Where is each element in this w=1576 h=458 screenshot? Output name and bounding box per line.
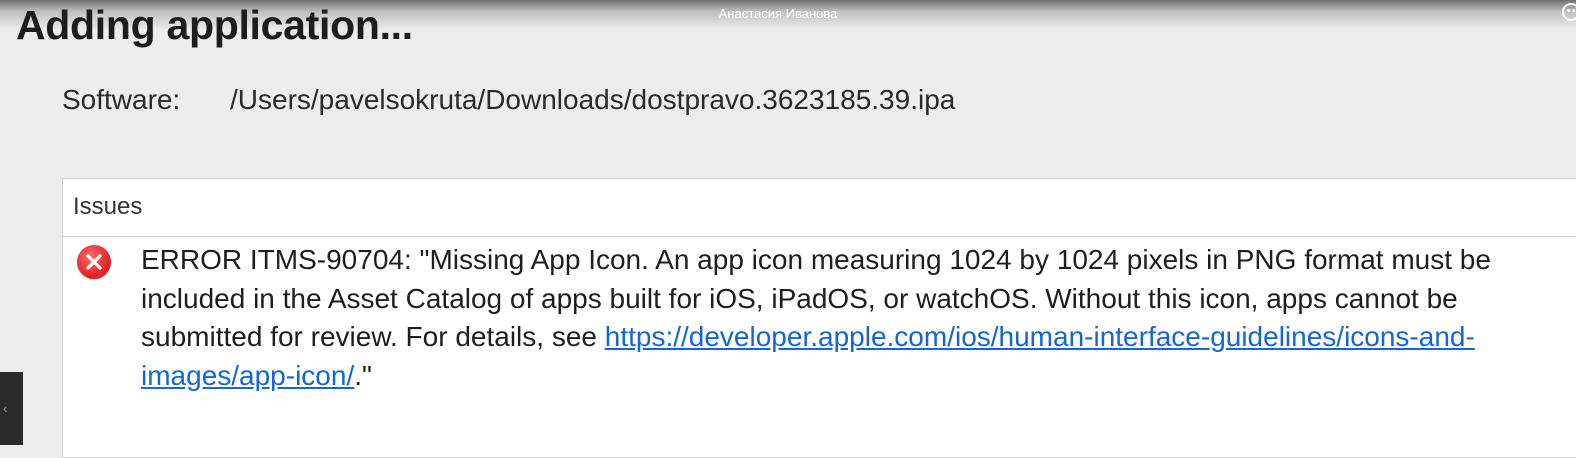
issues-header: Issues bbox=[63, 179, 1576, 237]
side-panel-tab[interactable]: ‹ bbox=[0, 372, 23, 445]
software-row: Software: /Users/pavelsokruta/Downloads/d… bbox=[62, 84, 955, 116]
software-label: Software: bbox=[62, 84, 181, 115]
issue-message: ERROR ITMS-90704: "Missing App Icon. An … bbox=[141, 241, 1551, 395]
emoji-icon[interactable] bbox=[1562, 3, 1576, 21]
chevron-left-icon: ‹ bbox=[3, 400, 8, 416]
error-icon bbox=[77, 245, 111, 279]
issue-row: ERROR ITMS-90704: "Missing App Icon. An … bbox=[63, 237, 1576, 395]
issues-panel: Issues ERROR ITMS-90704: "Missing App Ic… bbox=[62, 178, 1576, 458]
software-path: /Users/pavelsokruta/Downloads/dostpravo.… bbox=[230, 84, 956, 115]
page-title: Adding application... bbox=[16, 2, 413, 48]
issue-text-end: ." bbox=[354, 359, 372, 391]
